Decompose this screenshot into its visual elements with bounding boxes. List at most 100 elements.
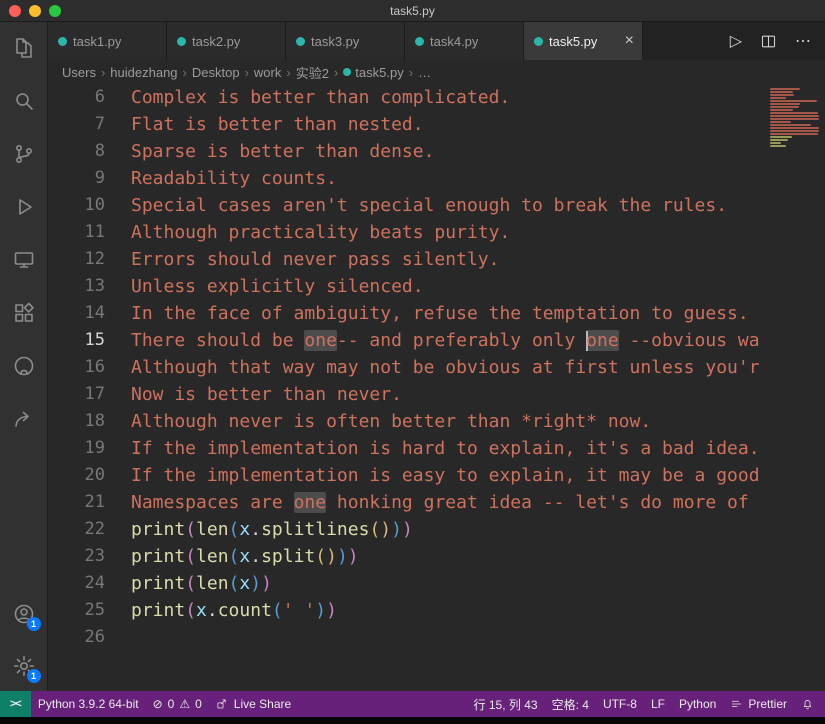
notifications-button[interactable] (794, 691, 821, 717)
sidebar-item-search[interactable] (11, 88, 37, 114)
editor-line-26[interactable]: 26 (48, 624, 825, 651)
language-mode[interactable]: Python (672, 691, 723, 717)
token: --obvious wa (618, 330, 760, 351)
close-window-button[interactable] (9, 5, 21, 17)
editor-line-19[interactable]: 19 If the implementation is hard to expla… (48, 435, 825, 462)
settings-button[interactable]: 1 (11, 653, 41, 683)
sidebar-item-extensions[interactable] (11, 300, 37, 326)
line-content: Unless explicitly silenced. (105, 273, 424, 300)
editor-line-24[interactable]: 24 print(len(x)) (48, 570, 825, 597)
editor-line-20[interactable]: 20 If the implementation is easy to expla… (48, 462, 825, 489)
eol-selector[interactable]: LF (644, 691, 672, 717)
tab-task4.py[interactable]: task4.py (405, 22, 524, 60)
run-button[interactable]: ▷ (730, 31, 742, 51)
editor-line-22[interactable]: 22 print(len(x.splitlines())) (48, 516, 825, 543)
breadcrumb-item-Users[interactable]: Users (62, 65, 96, 80)
editor-line-16[interactable]: 16 Although that way may not be obvious a… (48, 354, 825, 381)
minimap[interactable] (765, 86, 825, 691)
breadcrumb-item-Desktop[interactable]: Desktop (192, 65, 240, 80)
split-editor-button[interactable] (760, 33, 777, 50)
close-tab-icon[interactable]: × (619, 32, 634, 50)
sidebar-item-github[interactable] (11, 353, 37, 379)
indentation[interactable]: 空格: 4 (545, 691, 596, 717)
line-content: Complex is better than complicated. (105, 84, 510, 111)
token: Flat is better than nested. (131, 114, 424, 135)
share-icon (217, 699, 226, 708)
line-number: 23 (84, 546, 105, 566)
remote-indicator[interactable]: >< (0, 691, 31, 717)
token: If the implementation is hard to explain… (131, 438, 760, 459)
token: print (131, 573, 186, 594)
breadcrumb-item-huidezhang[interactable]: huidezhang (110, 65, 177, 80)
tab-task3.py[interactable]: task3.py (286, 22, 405, 60)
token: Readability counts. (131, 168, 337, 189)
line-number: 9 (94, 168, 105, 188)
editor-line-12[interactable]: 12 Errors should never pass silently. (48, 246, 825, 273)
sidebar-item-live-share[interactable] (11, 406, 37, 432)
more-actions-button[interactable]: ⋯ (795, 31, 811, 51)
tab-task5.py[interactable]: task5.py × (524, 22, 643, 60)
breadcrumb: Users › huidezhang › Desktop › work › 实验2 › task5.… (48, 60, 825, 84)
sidebar-item-remote-explorer[interactable] (11, 247, 37, 273)
minimap-line (770, 115, 819, 117)
minimize-window-button[interactable] (29, 5, 41, 17)
editor-line-21[interactable]: 21 Namespaces are one honking great idea … (48, 489, 825, 516)
editor-line-9[interactable]: 9 Readability counts. (48, 165, 825, 192)
editor[interactable]: 6 Complex is better than complicated. 7 Fla… (48, 84, 825, 691)
line-number: 26 (84, 627, 105, 647)
editor-line-7[interactable]: 7 Flat is better than nested. (48, 111, 825, 138)
accounts-button[interactable]: 1 (11, 601, 41, 631)
editor-line-13[interactable]: 13 Unless explicitly silenced. (48, 273, 825, 300)
token: ) (250, 573, 262, 594)
editor-line-15[interactable]: 15 There should be one-- and preferably o… (48, 327, 825, 354)
error-count: 0 (167, 697, 175, 711)
line-number: 7 (94, 114, 105, 134)
editor-line-23[interactable]: 23 print(len(x.split())) (48, 543, 825, 570)
token: In the face of ambiguity, refuse the tem… (131, 303, 749, 324)
breadcrumb-item-work[interactable]: work (254, 65, 281, 80)
minimap-line (770, 109, 793, 111)
formatter-status[interactable]: Prettier (723, 691, 794, 717)
tab-task1.py[interactable]: task1.py (48, 22, 167, 60)
breadcrumb-separator-icon: › (100, 64, 106, 80)
error-icon: ⊘ (152, 697, 163, 711)
breadcrumb-item-实验2[interactable]: 实验2 (296, 63, 329, 82)
problems-indicator[interactable]: ⊘ 0 ⚠ 0 (146, 691, 209, 717)
line-number: 16 (84, 357, 105, 377)
tab-task2.py[interactable]: task2.py (167, 22, 286, 60)
editor-line-17[interactable]: 17 Now is better than never. (48, 381, 825, 408)
line-number: 17 (84, 384, 105, 404)
line-content: Special cases aren't special enough to b… (105, 192, 727, 219)
breadcrumb-item-task5.py[interactable]: task5.py (343, 65, 404, 80)
line-number: 21 (84, 492, 105, 512)
remote-icon: >< (10, 698, 22, 710)
python-interpreter[interactable]: Python 3.9.2 64-bit (31, 691, 146, 717)
breadcrumb-item-…[interactable]: … (418, 65, 431, 80)
minimap-line (770, 118, 819, 120)
editor-line-10[interactable]: 10 Special cases aren't special enough to… (48, 192, 825, 219)
line-content: print(len(x)) (105, 570, 272, 597)
token: -- and preferably only (336, 330, 587, 351)
python-file-icon (58, 36, 67, 46)
formatter-label: Prettier (748, 697, 787, 711)
sidebar-item-explorer[interactable] (11, 35, 37, 61)
editor-line-11[interactable]: 11 Although practicality beats purity. (48, 219, 825, 246)
window-controls (9, 5, 61, 17)
minimap-line (770, 94, 794, 96)
word-highlight: one (293, 492, 327, 513)
tab-bar: task1.py task2.py task3.py task4.py task5.py… (48, 22, 825, 60)
editor-line-18[interactable]: 18 Although never is often better than *r… (48, 408, 825, 435)
tab-label: task2.py (192, 33, 241, 49)
fullscreen-window-button[interactable] (49, 5, 61, 17)
cursor-position[interactable]: 行 15, 列 43 (467, 691, 545, 717)
encoding[interactable]: UTF-8 (596, 691, 644, 717)
sidebar-item-run-debug[interactable] (11, 194, 37, 220)
token: ) (336, 546, 348, 567)
editor-line-14[interactable]: 14 In the face of ambiguity, refuse the t… (48, 300, 825, 327)
editor-line-25[interactable]: 25 print(x.count(' ')) (48, 597, 825, 624)
live-share-button[interactable]: Live Share (209, 691, 298, 717)
editor-line-8[interactable]: 8 Sparse is better than dense. (48, 138, 825, 165)
sidebar-item-source-control[interactable] (11, 141, 37, 167)
token: print (131, 600, 186, 621)
editor-line-6[interactable]: 6 Complex is better than complicated. (48, 84, 825, 111)
